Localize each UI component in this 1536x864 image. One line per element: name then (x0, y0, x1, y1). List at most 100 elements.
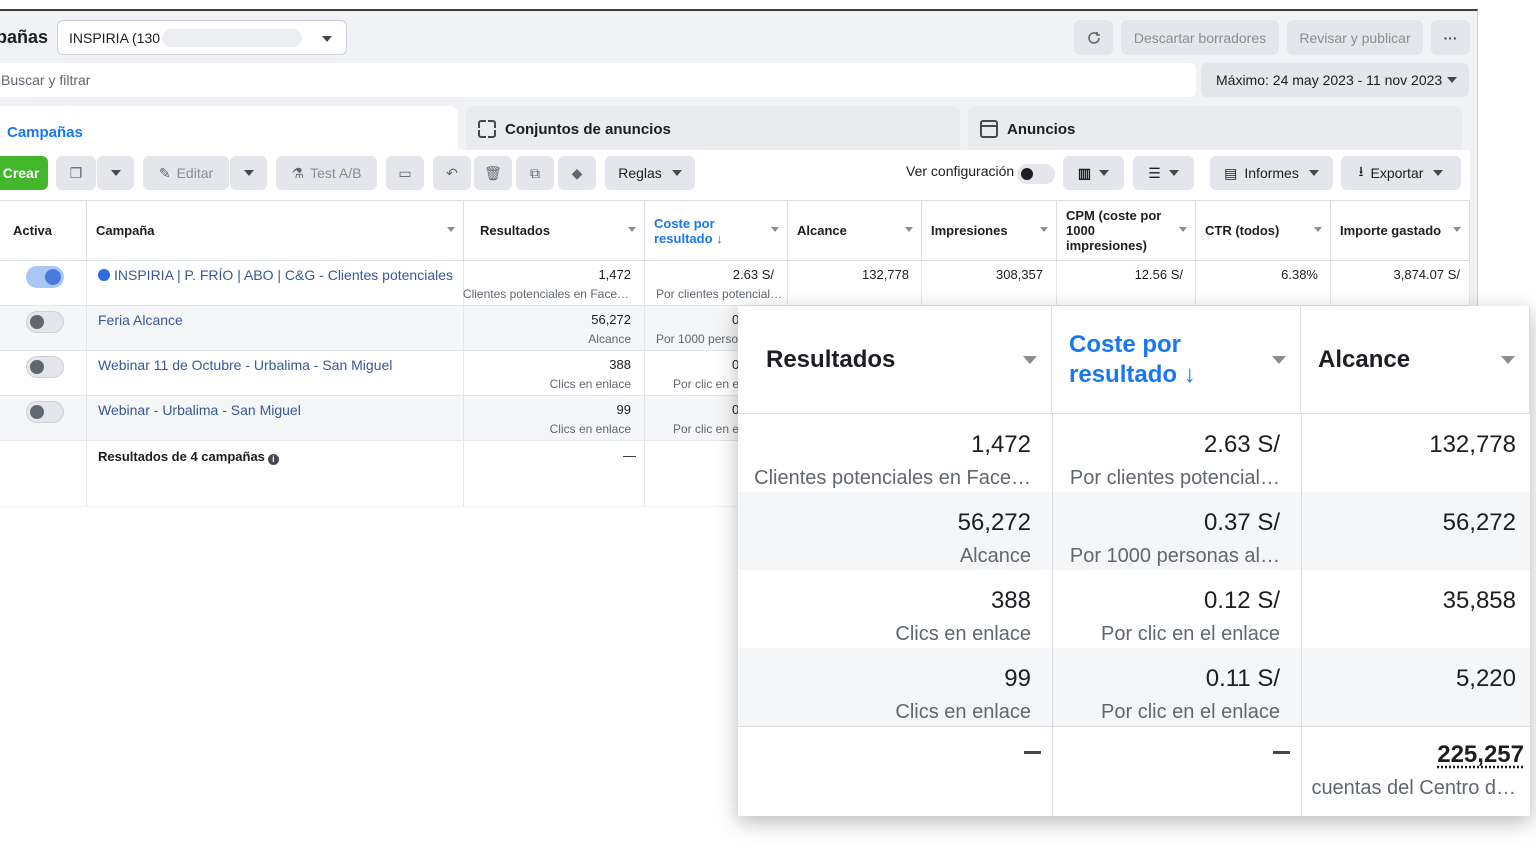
zoom-header-cost-per-result[interactable]: Coste por resultado ↓ (1052, 306, 1301, 414)
review-publish-button[interactable]: Revisar y publicar (1287, 20, 1423, 55)
column-header-label: CPM (coste por 1000 impresiones) (1066, 208, 1162, 253)
edit-dropdown-button[interactable] (230, 156, 267, 190)
reports-button[interactable]: ▤ Informes (1210, 156, 1333, 190)
tab-ad-sets[interactable]: Conjuntos de anuncios (466, 106, 960, 152)
duplicate-dropdown-button[interactable] (97, 156, 134, 190)
refresh-button[interactable] (1074, 20, 1113, 55)
zoom-summary-results-dash (1024, 751, 1041, 754)
discard-drafts-button[interactable]: Descartar borradores (1121, 20, 1279, 55)
zoom-reach-value: 35,858 (1442, 587, 1516, 614)
zoom-header-label: Coste por resultado ↓ (1069, 330, 1196, 388)
campaign-link[interactable]: Webinar - Urbalima - San Miguel (98, 402, 301, 418)
table-row[interactable]: INSPIRIA | P. FRÍO | ABO | C&G - Cliente… (0, 261, 1470, 306)
date-range-selector[interactable]: Máximo: 24 may 2023 - 11 nov 2023 (1201, 63, 1469, 97)
zoom-summary-reach-total[interactable]: 225,257 (1437, 741, 1524, 769)
column-header-ctr[interactable]: CTR (todos) (1196, 201, 1331, 261)
cost-type: Por clientes potencial… (656, 287, 783, 301)
chevron-down-icon (322, 36, 332, 42)
chevron-down-icon (1433, 170, 1444, 176)
refresh-icon (1087, 31, 1100, 44)
chevron-down-icon (243, 170, 254, 176)
tab-ads[interactable]: Anuncios (968, 106, 1462, 152)
delete-button[interactable]: 🗑 (474, 156, 512, 190)
zoom-header-reach[interactable]: Alcance (1301, 306, 1530, 414)
column-header-label: Coste por resultado ↓ (654, 215, 723, 246)
column-header-cost-per-result[interactable]: Coste por resultado ↓ (645, 201, 788, 261)
zoom-row: 56,272 Alcance 0.37 S/ Por 1000 personas… (738, 492, 1530, 570)
ad-window-icon (980, 120, 998, 138)
ab-test-button[interactable]: ⚗ Test A/B (276, 156, 377, 190)
spent-value: 3,874.07 S/ (1393, 267, 1461, 282)
summary-results-value: — (623, 448, 636, 463)
account-name: INSPIRIA (130 (69, 29, 161, 46)
cell-active (0, 306, 87, 351)
campaign-toolbar: Crear ❐ ✎ Editar ⚗ Test A/B ▭ ↶ 🗑 ⧉ ◆ Regl… (0, 150, 1470, 200)
column-header-reach[interactable]: Alcance (788, 201, 922, 261)
undo-button[interactable]: ↶ (433, 156, 471, 190)
ctr-value: 6.38% (1281, 267, 1318, 282)
zoom-row: 1,472 Clientes potenciales en Face… 2.63… (738, 414, 1530, 492)
column-header-label: Alcance (797, 223, 847, 238)
column-header-impressions[interactable]: Impresiones (922, 201, 1057, 261)
clipboard-icon: ▭ (398, 164, 412, 181)
zoom-column-divider (1052, 414, 1053, 816)
more-options-button[interactable]: ··· (1431, 20, 1470, 55)
rules-button[interactable]: Reglas (605, 156, 695, 190)
column-header-cpm[interactable]: CPM (coste por 1000 impresiones) (1057, 201, 1196, 261)
reports-label: Informes (1244, 165, 1299, 181)
reach-value: 132,778 (862, 267, 909, 282)
tag-button[interactable]: ◆ (558, 156, 596, 190)
chevron-down-icon (1099, 170, 1110, 176)
zoom-row: 388 Clics en enlace 0.12 S/ Por clic en … (738, 570, 1530, 648)
campaign-active-toggle[interactable] (26, 266, 64, 288)
campaign-link[interactable]: Webinar 11 de Octubre - Urbalima - San M… (98, 357, 392, 373)
breakdown-button[interactable]: ☰ (1133, 156, 1194, 190)
campaign-active-toggle[interactable] (26, 401, 64, 423)
clipboard-button[interactable]: ▭ (386, 156, 424, 190)
export-button[interactable]: ⭳ Exportar (1341, 156, 1461, 190)
view-config-toggle[interactable] (1017, 164, 1055, 184)
column-header-amount-spent[interactable]: Importe gastado (1331, 201, 1470, 261)
tab-campaigns-label: Campañas (7, 123, 83, 141)
column-header-campaign[interactable]: Campaña (87, 201, 464, 261)
cell-reach: 132,778 (788, 261, 922, 306)
info-icon[interactable]: i (267, 454, 279, 465)
preview-button[interactable]: ⧉ (516, 156, 554, 190)
results-type: Clientes potenciales en Face… (462, 287, 629, 301)
ab-test-label: Test A/B (310, 165, 362, 181)
preview-icon: ⧉ (530, 164, 540, 181)
sort-caret-icon (905, 227, 913, 232)
zoom-results-value: 56,272 (957, 509, 1031, 536)
duplicate-icon: ❐ (69, 164, 83, 181)
summary-label-text: Resultados de 4 campañas (98, 449, 265, 464)
undo-icon: ↶ (446, 164, 458, 181)
search-input[interactable]: Buscar y filtrar (0, 63, 1196, 97)
cell-campaign: Webinar - Urbalima - San Miguel (87, 396, 464, 441)
cell-summary-empty (0, 441, 87, 507)
cell-ctr: 6.38% (1196, 261, 1331, 306)
column-header-label: Resultados (480, 223, 551, 238)
zoom-cost-value: 0.12 S/ (1203, 587, 1280, 614)
edit-button[interactable]: ✎ Editar (143, 156, 229, 190)
zoom-header-results[interactable]: Resultados (738, 306, 1052, 414)
duplicate-button[interactable]: ❐ (56, 156, 96, 190)
zoom-reach-value: 5,220 (1455, 665, 1516, 692)
campaign-link[interactable]: INSPIRIA | P. FRÍO | ABO | C&G - Cliente… (98, 267, 453, 283)
column-header-active[interactable]: Activa (0, 201, 87, 261)
zoom-results-type: Clientes potenciales en Face… (754, 467, 1031, 489)
account-selector[interactable]: INSPIRIA (130 (57, 20, 347, 55)
campaign-active-toggle[interactable] (26, 356, 64, 378)
campaign-link[interactable]: Feria Alcance (98, 312, 183, 328)
create-button[interactable]: Crear (0, 156, 48, 190)
results-value: 99 (616, 402, 631, 417)
sort-caret-icon (1179, 227, 1187, 232)
cell-cpm: 12.56 S/ (1057, 261, 1196, 306)
chevron-down-icon (110, 170, 121, 176)
column-header-results[interactable]: Resultados (464, 201, 645, 261)
zoom-header-label: Resultados (766, 345, 896, 373)
columns-button[interactable]: ▥ (1063, 156, 1124, 190)
results-type: Clics en enlace (549, 422, 631, 436)
cell-summary-label: Resultados de 4 campañas i (87, 441, 464, 507)
campaign-active-toggle[interactable] (26, 311, 64, 333)
sort-caret-icon (1040, 227, 1048, 232)
